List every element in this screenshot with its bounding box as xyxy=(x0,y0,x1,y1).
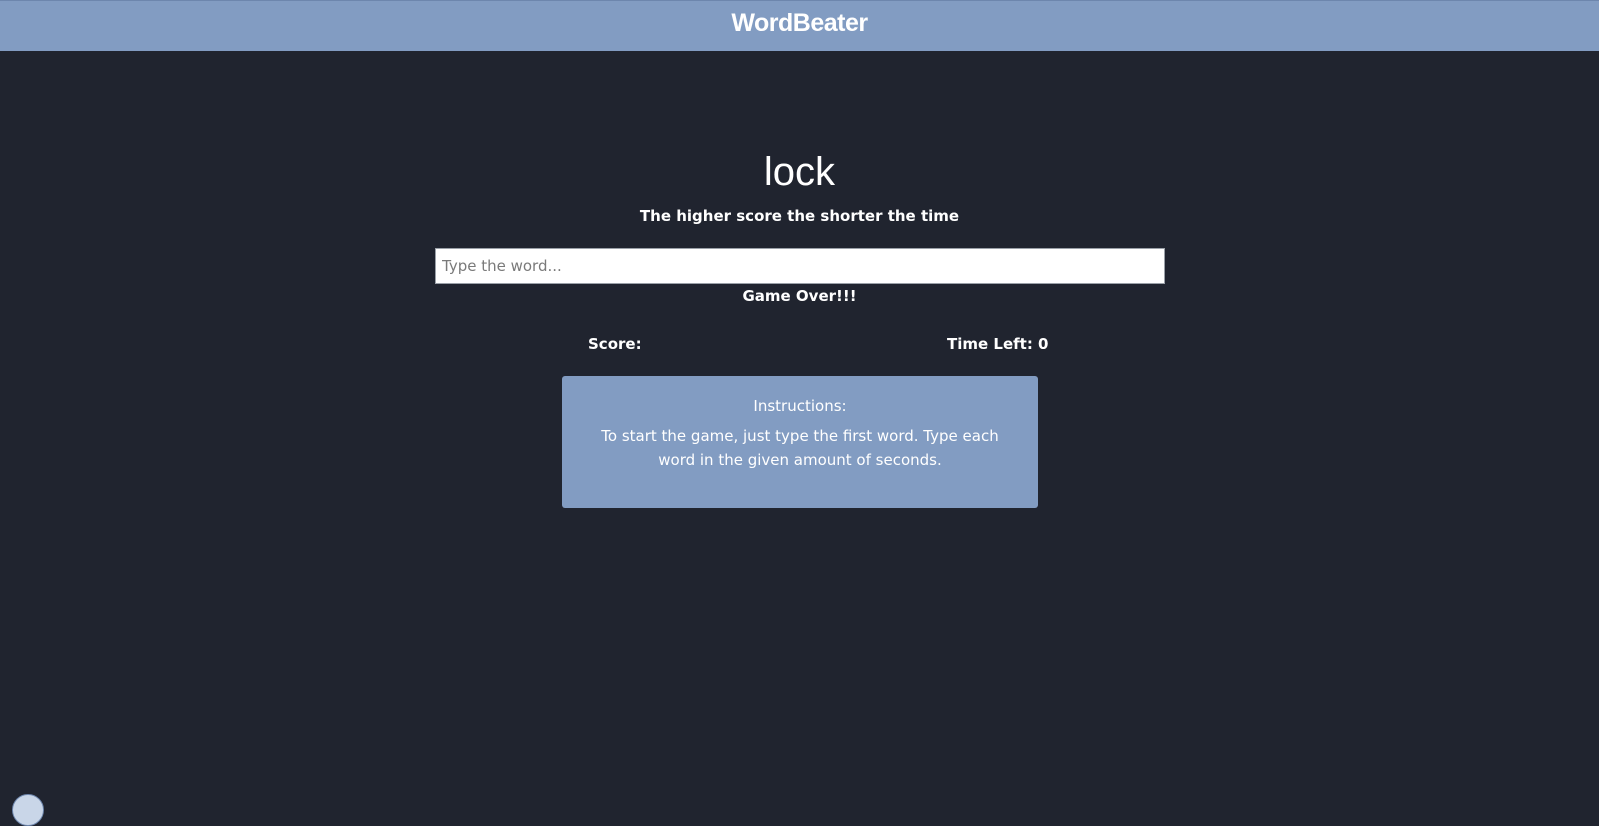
tagline: The higher score the shorter the time xyxy=(639,207,960,225)
score-label: Score: xyxy=(588,335,642,353)
top-bar: WordBeater xyxy=(0,0,1599,51)
word-input[interactable] xyxy=(435,248,1165,284)
instructions-title: Instructions: xyxy=(753,397,847,415)
brand-title: WordBeater xyxy=(731,9,868,37)
game-status-message: Game Over!!! xyxy=(742,287,857,305)
corner-widget-icon[interactable] xyxy=(12,794,44,826)
current-word: lock xyxy=(763,150,836,194)
time-left-label: Time Left: 0 xyxy=(947,335,1049,353)
instructions-body: To start the game, just type the first w… xyxy=(601,427,999,469)
instructions-card: Instructions: To start the game, just ty… xyxy=(562,376,1038,508)
